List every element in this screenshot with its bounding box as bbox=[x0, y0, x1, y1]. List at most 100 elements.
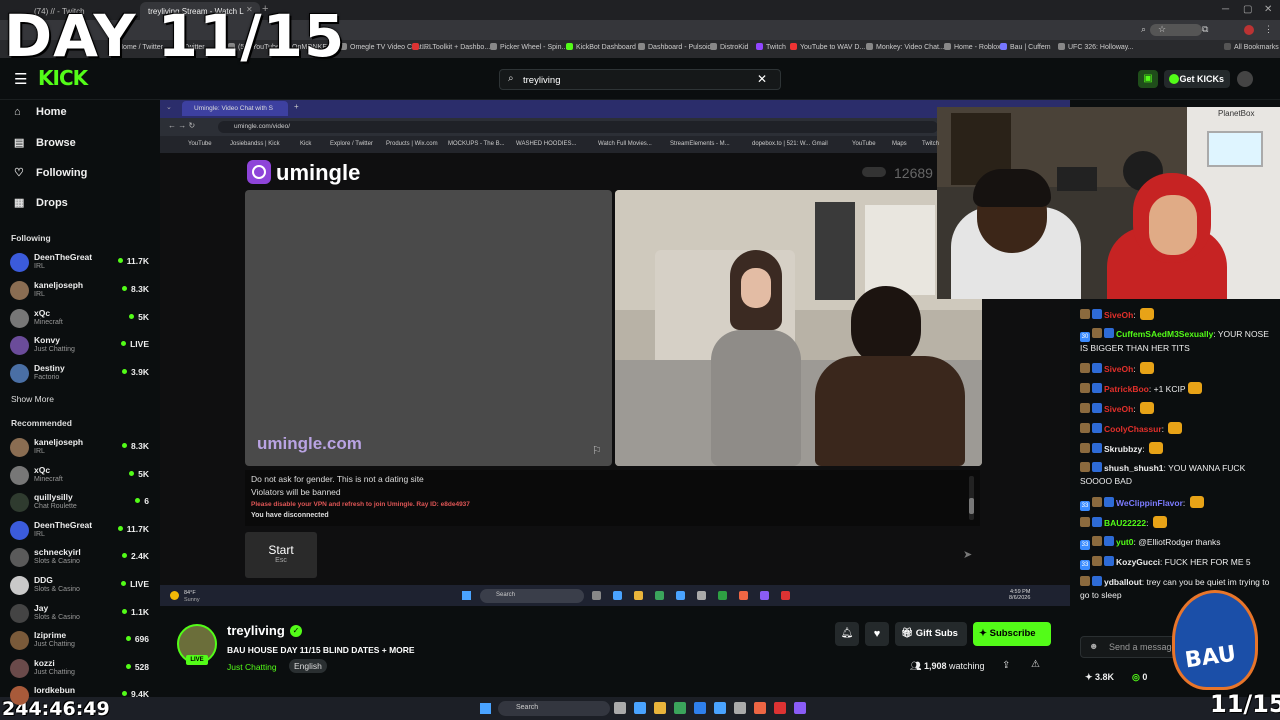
avatar[interactable] bbox=[1237, 71, 1253, 87]
subscribe-button[interactable]: ✦ Subscribe bbox=[973, 622, 1051, 646]
bookmark[interactable]: Monkey: Video Chat... bbox=[866, 43, 945, 51]
sidebar-channel[interactable]: DDG Slots & Casino LIVE bbox=[10, 572, 152, 598]
bell-icon[interactable]: 🔔︎ bbox=[835, 622, 859, 646]
start-button[interactable]: Start Esc bbox=[245, 532, 317, 578]
chat-username[interactable]: Skrubbzy bbox=[1104, 444, 1142, 454]
hamburger-menu-icon[interactable]: ☰ bbox=[14, 70, 27, 88]
badge-icon bbox=[1080, 423, 1090, 433]
chat-username[interactable]: SiveOh bbox=[1104, 404, 1133, 414]
bookmark[interactable]: Bau | Cuffem bbox=[1000, 43, 1051, 51]
window-close-icon[interactable]: ✕ bbox=[1264, 4, 1272, 15]
cam-label: PlanetBox bbox=[1218, 109, 1255, 118]
chat-username[interactable]: shush_shush1 bbox=[1104, 463, 1164, 473]
send-icon[interactable]: ➤ bbox=[963, 548, 972, 561]
os-search-box[interactable]: Search bbox=[498, 701, 610, 716]
bookmark[interactable]: DistroKid bbox=[710, 43, 748, 51]
sidebar-item-home[interactable]: ⌂ Home bbox=[14, 106, 67, 118]
search-label: Search bbox=[496, 592, 516, 598]
search-input[interactable]: ⌕ treyliving ✕ bbox=[499, 69, 781, 90]
sidebar-channel[interactable]: lordkebun 9.4K bbox=[10, 682, 152, 708]
day-counter-overlay: DAY 11/15 bbox=[4, 2, 346, 70]
app-icon[interactable] bbox=[774, 702, 786, 714]
all-bookmarks[interactable]: All Bookmarks bbox=[1224, 43, 1279, 51]
chat-username[interactable]: WeClippinFlavor bbox=[1116, 498, 1183, 508]
sidebar-channel[interactable]: kozzi Just Chatting 528 bbox=[10, 655, 152, 681]
channel-name: DeenTheGreat bbox=[34, 252, 93, 262]
sidebar-channel[interactable]: DeenTheGreat IRL 11.7K bbox=[10, 517, 152, 543]
kicks-coin-icon bbox=[1169, 74, 1179, 84]
search-icon[interactable]: ⌕ bbox=[1141, 24, 1146, 35]
inner-tab[interactable]: Umingle: Video Chat with S bbox=[182, 101, 288, 116]
chat-username[interactable]: SiveOh bbox=[1104, 310, 1133, 320]
app-icon[interactable] bbox=[614, 702, 626, 714]
app-icon[interactable] bbox=[734, 702, 746, 714]
app-icon[interactable] bbox=[634, 702, 646, 714]
chat-username[interactable]: CuffemSAedM3Sexually bbox=[1116, 329, 1213, 339]
chat-username[interactable]: KozyGucci bbox=[1116, 557, 1160, 567]
sidebar-item-browse[interactable]: ▤ Browse bbox=[14, 136, 76, 149]
chat-username[interactable]: SiveOh bbox=[1104, 364, 1133, 374]
message-input[interactable] bbox=[320, 532, 980, 578]
get-kicks-button[interactable]: Get KICKs bbox=[1164, 70, 1230, 88]
language-tag[interactable]: English bbox=[289, 659, 327, 673]
app-icon[interactable] bbox=[674, 702, 686, 714]
avatar[interactable] bbox=[1244, 25, 1254, 35]
gift-subs-button[interactable]: 🎁︎ Gift Subs bbox=[895, 622, 967, 646]
bookmark[interactable]: Picker Wheel - Spin... bbox=[490, 43, 567, 51]
app-icon[interactable] bbox=[654, 702, 666, 714]
category-link[interactable]: Just Chatting bbox=[227, 662, 277, 672]
heart-icon[interactable]: ♥ bbox=[865, 622, 889, 646]
chat-username[interactable]: ydballout bbox=[1104, 577, 1142, 587]
sidebar-channel[interactable]: quillysilly Chat Roulette 6 bbox=[10, 489, 152, 515]
report-icon[interactable]: ⚠ bbox=[1031, 659, 1040, 670]
show-more-link[interactable]: Show More bbox=[11, 394, 54, 404]
bookmark[interactable]: UFC 326: Holloway... bbox=[1058, 43, 1134, 51]
sidebar-channel[interactable]: xQc Minecraft 5K bbox=[10, 462, 152, 488]
chat-username[interactable]: yut0 bbox=[1116, 537, 1133, 547]
emoji-icon[interactable]: ☻ bbox=[1089, 641, 1098, 651]
sidebar-channel[interactable]: kaneljoseph IRL 8.3K bbox=[10, 434, 152, 460]
chat-username[interactable]: BAU22222 bbox=[1104, 518, 1146, 528]
sidebar-item-drops[interactable]: ▦ Drops bbox=[14, 196, 68, 209]
app-icon[interactable] bbox=[694, 702, 706, 714]
chat-username[interactable]: CoolyChassur bbox=[1104, 424, 1162, 434]
bookmark[interactable]: KickBot Dashboard bbox=[566, 43, 636, 51]
report-flag-icon[interactable]: ⚐ bbox=[592, 444, 602, 457]
sidebar-channel[interactable]: DeenTheGreat IRL 11.7K bbox=[10, 249, 152, 275]
menu-icon[interactable]: ⋮ bbox=[1264, 24, 1273, 35]
bookmark[interactable]: Twitch bbox=[756, 43, 786, 51]
scrollbar[interactable] bbox=[969, 476, 974, 520]
sidebar-channel[interactable]: Konvy Just Chatting LIVE bbox=[10, 332, 152, 358]
share-icon[interactable]: ⇪ bbox=[1002, 660, 1010, 671]
kicks-count: 3.8K bbox=[1095, 672, 1115, 682]
maximize-icon[interactable]: ▢ bbox=[1243, 4, 1252, 15]
windows-start-icon[interactable] bbox=[480, 703, 491, 714]
chat-username[interactable]: PatrickBoo bbox=[1104, 384, 1149, 394]
bookmark[interactable]: Dashboard - Pulsoid bbox=[638, 43, 711, 51]
badge-icon bbox=[1080, 309, 1090, 319]
sidebar-channel[interactable]: schneckyirl Slots & Casino 2.4K bbox=[10, 544, 152, 570]
sidebar-channel[interactable]: Iziprime Just Chatting 696 bbox=[10, 627, 152, 653]
clear-search-icon[interactable]: ✕ bbox=[757, 72, 767, 86]
extensions-icon[interactable]: ⧉ bbox=[1202, 24, 1208, 35]
bookmark[interactable]: YouTube to WAV D... bbox=[790, 43, 865, 51]
studio-icon[interactable]: ▣ bbox=[1138, 70, 1158, 88]
sidebar-channel[interactable]: Destiny Factorio 3.9K bbox=[10, 360, 152, 386]
bookmark[interactable]: IRLToolkit + Dashbo... bbox=[412, 43, 490, 51]
sidebar-channel[interactable]: kaneljoseph IRL 8.3K bbox=[10, 277, 152, 303]
app-icon[interactable] bbox=[794, 702, 806, 714]
app-icon[interactable] bbox=[754, 702, 766, 714]
chat-message: CoolyChassur: bbox=[1080, 422, 1276, 436]
star-icon[interactable]: ☆ bbox=[1158, 24, 1166, 35]
start-label: Start bbox=[268, 543, 294, 557]
bookmark[interactable]: Home - Roblox bbox=[944, 43, 1001, 51]
badge-icon bbox=[1080, 443, 1090, 453]
sidebar-channel[interactable]: xQc Minecraft 5K bbox=[10, 305, 152, 331]
viewer-count: LIVE bbox=[121, 339, 149, 349]
app-icon[interactable] bbox=[714, 702, 726, 714]
minimize-icon[interactable]: ─ bbox=[1222, 4, 1229, 15]
app-icon bbox=[760, 591, 769, 600]
channel-name[interactable]: treyliving bbox=[227, 623, 285, 638]
sidebar-item-following[interactable]: ♡ Following bbox=[14, 166, 87, 179]
sidebar-channel[interactable]: Jay Slots & Casino 1.1K bbox=[10, 600, 152, 626]
